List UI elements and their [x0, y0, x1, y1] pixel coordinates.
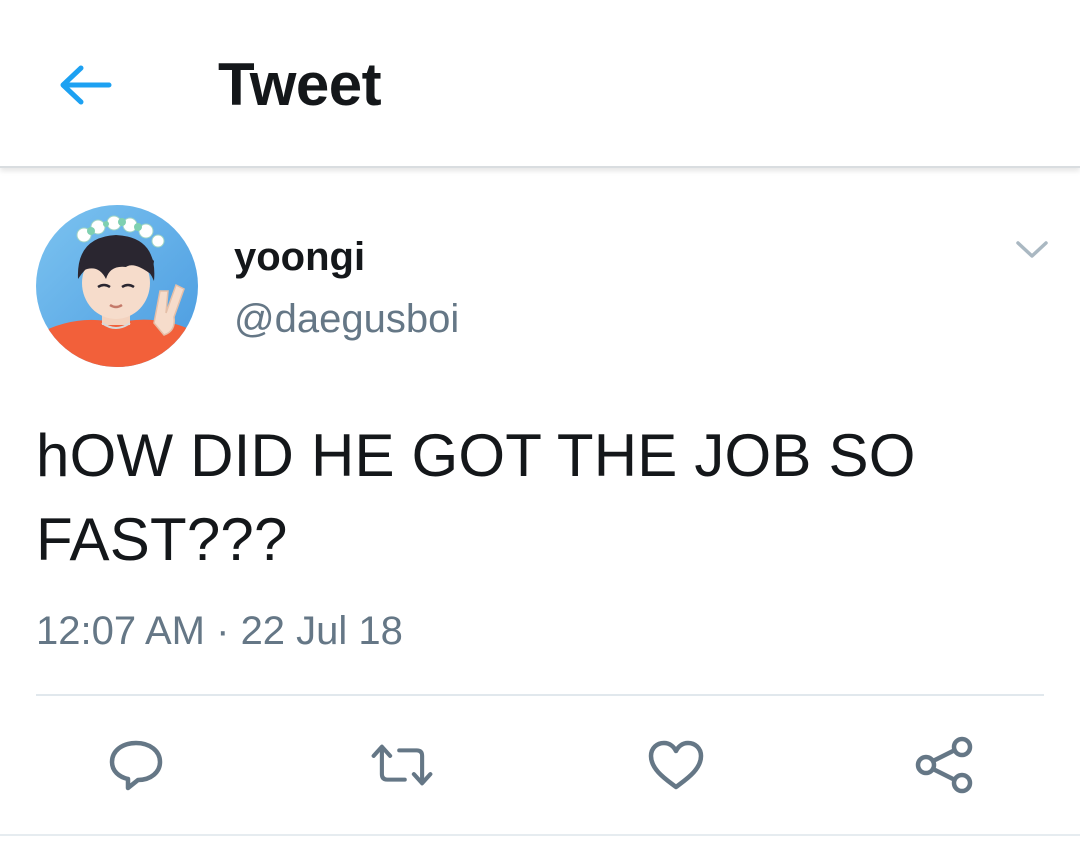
share-icon [915, 736, 973, 794]
author-display-name[interactable]: yoongi [234, 233, 365, 281]
tweet-time: 12:07 AM [36, 609, 206, 653]
divider [0, 834, 1080, 836]
tweet-text: hOW DID HE GOT THE JOB SO FAST??? [36, 414, 1036, 582]
divider [36, 694, 1044, 696]
timestamp-separator: · [205, 609, 241, 653]
avatar[interactable] [36, 205, 198, 367]
chevron-down-icon [1016, 241, 1048, 258]
tweet-date: 22 Jul 18 [240, 609, 403, 653]
tweet-text-line: FAST??? [36, 506, 288, 573]
heart-icon [648, 740, 704, 790]
tweet-menu-button[interactable] [1012, 232, 1052, 268]
retweet-icon [371, 744, 433, 786]
profile-photo [36, 205, 198, 367]
retweet-button[interactable] [370, 736, 434, 794]
back-button[interactable] [56, 58, 114, 112]
author-handle[interactable]: @daegusboi [234, 295, 459, 343]
arrow-left-icon [60, 65, 112, 105]
like-button[interactable] [644, 736, 708, 794]
tweet-timestamp: 12:07 AM · 22 Jul 18 [36, 607, 403, 655]
top-app-bar: Tweet [0, 0, 1080, 168]
share-button[interactable] [912, 736, 976, 794]
reply-button[interactable] [104, 736, 168, 794]
tweet-text-line: hOW DID HE GOT THE JOB SO [36, 422, 916, 489]
page-title: Tweet [218, 51, 382, 118]
reply-icon [109, 740, 163, 791]
